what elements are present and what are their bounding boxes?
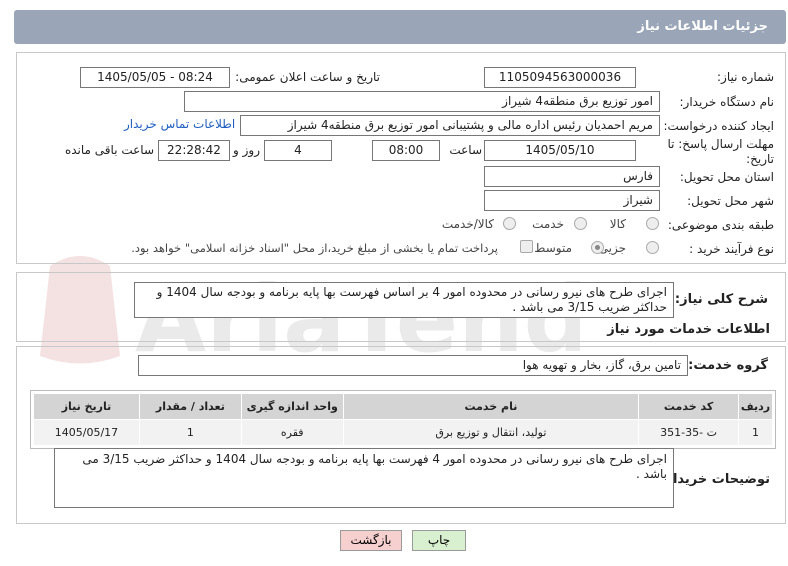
col-service-code: کد خدمت xyxy=(638,393,740,420)
remaining-time-field: 22:28:42 xyxy=(158,140,230,161)
services-table: ردیف کد خدمت نام خدمت واحد اندازه گیری ت… xyxy=(33,393,773,446)
category-goods-radio[interactable] xyxy=(646,217,659,230)
col-service-name: نام خدمت xyxy=(342,393,640,420)
creator-label: ایجاد کننده درخواست: xyxy=(663,119,774,133)
description-textarea[interactable]: اجرای طرح های نیرو رسانی در محدوده امور … xyxy=(134,282,674,318)
city-field: شیراز xyxy=(484,190,660,211)
col-unit: واحد اندازه گیری xyxy=(240,393,344,420)
treasury-payment-checkbox[interactable] xyxy=(520,240,533,253)
cell-quantity: 1 xyxy=(138,419,242,446)
cell-service-code: ت -35-351 xyxy=(638,419,740,446)
page-title: جزئیات اطلاعات نیاز xyxy=(637,19,768,34)
category-goods-label: کالا xyxy=(609,217,626,231)
col-row-num: ردیف xyxy=(738,393,773,420)
remaining-label: ساعت باقی مانده xyxy=(64,143,154,157)
page-header: جزئیات اطلاعات نیاز xyxy=(14,10,786,44)
buyer-label: نام دستگاه خریدار: xyxy=(679,95,775,109)
service-group-label: گروه خدمت: xyxy=(688,358,768,373)
process-medium-label: متوسط xyxy=(534,241,572,255)
service-group-field: تامین برق، گاز، بخار و تهویه هوا xyxy=(138,355,688,376)
days-label: روز و xyxy=(233,143,260,157)
province-label: استان محل تحویل: xyxy=(679,170,774,184)
services-table-wrap: ردیف کد خدمت نام خدمت واحد اندازه گیری ت… xyxy=(30,390,776,449)
creator-field: مریم احمدیان رئیس اداره مالی و پشتیبانی … xyxy=(240,115,660,136)
deadline-label-date: تاریخ: xyxy=(746,152,774,166)
back-button[interactable]: بازگشت xyxy=(340,530,402,551)
table-header-row: ردیف کد خدمت نام خدمت واحد اندازه گیری ت… xyxy=(33,393,773,420)
table-row: 1 ت -35-351 تولید، انتقال و توزیع برق فق… xyxy=(33,419,773,446)
city-label: شهر محل تحویل: xyxy=(687,194,774,208)
need-number-field: 1105094563000036 xyxy=(484,67,636,88)
process-medium-radio[interactable] xyxy=(591,241,604,254)
deadline-time-field: 08:00 xyxy=(372,140,440,161)
process-type-label: نوع فرآیند خرید : xyxy=(689,242,774,256)
print-button[interactable]: چاپ xyxy=(412,530,466,551)
need-number-label: شماره نیاز: xyxy=(717,70,774,84)
category-service-label: خدمت xyxy=(532,217,564,231)
deadline-label: مهلت ارسال پاسخ: تا xyxy=(667,137,774,151)
treasury-payment-note: پرداخت تمام یا بخشی از مبلغ خرید،از محل … xyxy=(131,241,498,255)
buyer-field: امور توزیع برق منطقه4 شیراز xyxy=(184,91,660,112)
cell-service-name: تولید، انتقال و توزیع برق xyxy=(342,419,640,446)
services-section-title: اطلاعات خدمات مورد نیاز xyxy=(607,322,770,337)
cell-unit: فقره xyxy=(240,419,344,446)
cell-row-num: 1 xyxy=(738,419,773,446)
process-minor-radio[interactable] xyxy=(646,241,659,254)
col-quantity: تعداد / مقدار xyxy=(138,393,242,420)
province-field: فارس xyxy=(484,166,660,187)
buyer-notes-label: توضیحات خریدار: xyxy=(660,472,770,487)
col-need-date: تاریخ نیاز xyxy=(33,393,140,420)
days-remaining-field: 4 xyxy=(264,140,332,161)
announce-field: 1405/05/05 - 08:24 xyxy=(80,67,230,88)
category-label: طبقه بندی موضوعی: xyxy=(667,218,774,232)
category-both-radio[interactable] xyxy=(503,217,516,230)
deadline-time-label: ساعت xyxy=(449,143,482,157)
announce-label: تاریخ و ساعت اعلان عمومی: xyxy=(235,70,380,84)
cell-need-date: 1405/05/17 xyxy=(33,419,140,446)
deadline-date-field: 1405/05/10 xyxy=(484,140,636,161)
category-service-radio[interactable] xyxy=(574,217,587,230)
category-both-label: کالا/خدمت xyxy=(441,217,494,231)
contact-info-link[interactable]: اطلاعات تماس خریدار xyxy=(124,117,235,131)
buyer-notes-textarea[interactable]: اجرای طرح های نیرو رسانی در محدوده امور … xyxy=(54,448,674,508)
description-label: شرح کلی نیاز: xyxy=(674,292,768,307)
